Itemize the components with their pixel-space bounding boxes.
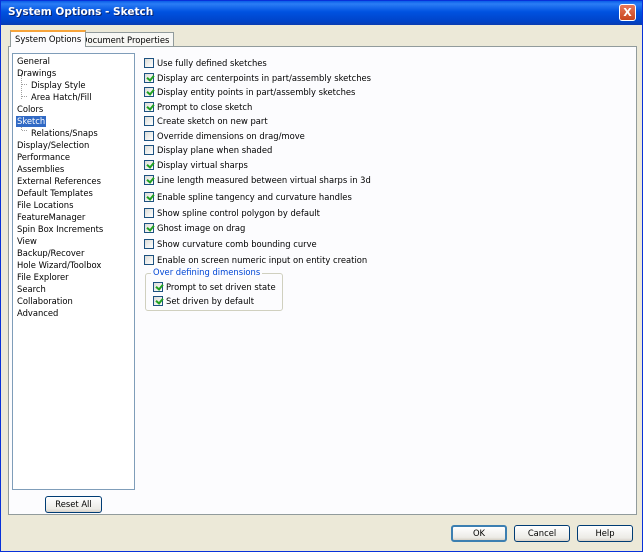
option-row[interactable]: Show curvature comb bounding curve <box>144 237 317 250</box>
tree-item-sketch[interactable]: Sketch <box>16 116 47 127</box>
checkbox-checked[interactable] <box>144 222 154 233</box>
option-row[interactable]: Show spline control polygon by default <box>144 206 320 219</box>
option-row[interactable]: Enable spline tangency and curvature han… <box>144 190 352 203</box>
tree-connector <box>22 84 27 85</box>
system-options-dialog: System Options - Sketch X System Options… <box>0 0 643 552</box>
tree-item-file-explorer[interactable]: File Explorer <box>16 272 70 283</box>
reset-all-button[interactable]: Reset All <box>45 496 102 513</box>
tree-item-file-locations[interactable]: File Locations <box>16 200 74 211</box>
option-label: Show curvature comb bounding curve <box>157 238 317 249</box>
tree-item-featuremanager[interactable]: FeatureManager <box>16 212 86 223</box>
option-row[interactable]: Ghost image on drag <box>144 221 245 234</box>
tree-item-relations-snaps[interactable]: Relations/Snaps <box>30 128 99 139</box>
tab-document-properties[interactable]: Document Properties <box>76 32 175 47</box>
group-option-row[interactable]: Prompt to set driven state <box>153 280 276 293</box>
cancel-button[interactable]: Cancel <box>514 525 570 542</box>
option-row[interactable]: Prompt to close sketch <box>144 100 252 113</box>
tree-item-backup-recover[interactable]: Backup/Recover <box>16 248 85 259</box>
option-label: Display virtual sharps <box>157 159 248 170</box>
checkbox[interactable] <box>144 238 154 249</box>
tree-item-area-hatch-fill[interactable]: Area Hatch/Fill <box>30 92 93 103</box>
window-title: System Options - Sketch <box>8 6 154 18</box>
tree-item-display-style[interactable]: Display Style <box>30 80 87 91</box>
tree-item-spin-box-increments[interactable]: Spin Box Increments <box>16 224 104 235</box>
option-row[interactable]: Display arc centerpoints in part/assembl… <box>144 71 371 84</box>
option-row[interactable]: Display entity points in part/assembly s… <box>144 85 355 98</box>
checkbox-checked[interactable] <box>144 86 154 97</box>
tree-item-general[interactable]: General <box>16 56 51 67</box>
tree-item-default-templates[interactable]: Default Templates <box>16 188 94 199</box>
tree-item-collaboration[interactable]: Collaboration <box>16 296 74 307</box>
option-label: Override dimensions on drag/move <box>157 130 305 141</box>
ok-button[interactable]: OK <box>451 525 507 542</box>
tree-item-hole-wizard-toolbox[interactable]: Hole Wizard/Toolbox <box>16 260 102 271</box>
option-row[interactable]: Override dimensions on drag/move <box>144 129 305 142</box>
tab-system-options[interactable]: System Options <box>10 30 87 47</box>
tree-item-assemblies[interactable]: Assemblies <box>16 164 65 175</box>
option-row[interactable]: Display virtual sharps <box>144 158 248 171</box>
title-bar[interactable]: System Options - Sketch X <box>1 1 642 25</box>
tree-item-view[interactable]: View <box>16 236 38 247</box>
checkbox[interactable] <box>144 130 154 141</box>
tree-item-colors[interactable]: Colors <box>16 104 44 115</box>
tree-item-display-selection[interactable]: Display/Selection <box>16 140 90 151</box>
option-label: Show spline control polygon by default <box>157 207 320 218</box>
option-row[interactable]: Enable on screen numeric input on entity… <box>144 253 367 266</box>
checkbox[interactable] <box>144 144 154 155</box>
group-option-row[interactable]: Set driven by default <box>153 294 254 307</box>
option-row[interactable]: Line length measured between virtual sha… <box>144 173 371 186</box>
group-title: Over defining dimensions <box>151 267 263 277</box>
option-label: Display entity points in part/assembly s… <box>157 86 356 97</box>
tree-item-advanced[interactable]: Advanced <box>16 308 59 319</box>
option-label: Prompt to set driven state <box>166 281 276 292</box>
option-row[interactable]: Display plane when shaded <box>144 143 272 156</box>
option-label: Display plane when shaded <box>157 144 273 155</box>
option-label: Prompt to close sketch <box>157 101 253 112</box>
close-button[interactable]: X <box>619 4 636 21</box>
checkbox[interactable] <box>144 57 154 68</box>
checkbox-checked[interactable] <box>144 72 154 83</box>
checkbox-checked[interactable] <box>153 295 163 306</box>
option-label: Use fully defined sketches <box>157 57 267 68</box>
checkbox-checked[interactable] <box>144 159 154 170</box>
option-label: Enable spline tangency and curvature han… <box>157 191 352 202</box>
tree-item-drawings[interactable]: Drawings <box>16 68 57 79</box>
option-label: Enable on screen numeric input on entity… <box>157 254 368 265</box>
option-label: Create sketch on new part <box>157 115 268 126</box>
checkbox-checked[interactable] <box>144 101 154 112</box>
tree-item-search[interactable]: Search <box>16 284 47 295</box>
option-label: Ghost image on drag <box>157 222 246 233</box>
checkbox-checked[interactable] <box>144 174 154 185</box>
option-row[interactable]: Use fully defined sketches <box>144 56 267 69</box>
checkbox-checked[interactable] <box>144 191 154 202</box>
checkbox-checked[interactable] <box>153 281 163 292</box>
checkbox[interactable] <box>144 115 154 126</box>
option-label: Display arc centerpoints in part/assembl… <box>157 72 372 83</box>
tree-item-performance[interactable]: Performance <box>16 152 71 163</box>
close-icon: X <box>623 6 632 19</box>
tree-connector <box>22 130 27 131</box>
checkbox[interactable] <box>144 254 154 265</box>
option-label: Line length measured between virtual sha… <box>157 174 371 185</box>
option-label: Set driven by default <box>166 295 254 306</box>
tree-item-external-references[interactable]: External References <box>16 176 102 187</box>
tree-connector <box>22 96 27 97</box>
option-row[interactable]: Create sketch on new part <box>144 114 268 127</box>
help-button[interactable]: Help <box>577 525 633 542</box>
checkbox[interactable] <box>144 207 154 218</box>
options-tree[interactable]: General Drawings Display Style Area Hatch/F… <box>12 53 135 490</box>
